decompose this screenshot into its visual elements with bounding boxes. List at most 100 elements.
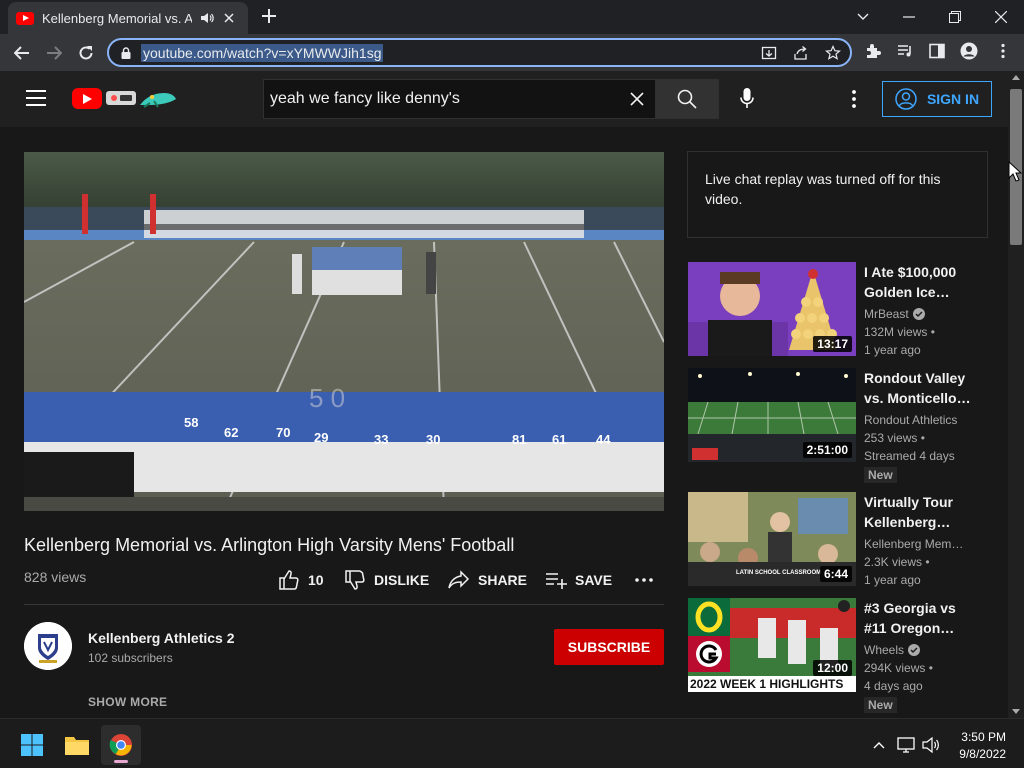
svg-text:70: 70 [276,425,290,440]
address-bar[interactable]: youtube.com/watch?v=xYMWWJih1sg [107,38,852,67]
channel-name[interactable]: MrBeast [864,307,925,321]
mouse-cursor-icon [1008,161,1022,182]
chevron-up-icon[interactable] [870,736,888,754]
sign-in-button[interactable]: SIGN IN [882,81,992,117]
youtube-logo[interactable] [72,88,102,109]
svg-text:5 0: 5 0 [309,383,345,413]
volume-icon[interactable] [922,736,940,754]
watch-page: 58 62 70 29 33 30 81 61 44 5 0 Kellenberg Memo… [0,127,1008,718]
channel-name[interactable]: Kellenberg Athletics 2 [88,630,235,646]
search-icon [677,89,697,109]
share-icon[interactable] [793,45,811,63]
windows-start-icon[interactable] [12,725,52,765]
minimize-button[interactable] [886,0,932,34]
speaker-icon[interactable] [200,12,214,24]
scroll-up-arrow-icon[interactable] [1012,75,1020,80]
clear-search-icon[interactable] [629,91,645,107]
forward-icon [47,46,62,60]
youtube-header: yeah we fancy like denny's SIGN IN [0,71,1008,127]
video-title: Kellenberg Memorial vs. Arlington High V… [24,535,515,555]
thumbs-down-icon [345,570,365,590]
recommendation-item[interactable]: LATIN SCHOOL CLASSROOM 6:44 Virtually To… [688,492,988,588]
video-title[interactable]: Rondout Valley vs. Monticello… [864,368,974,408]
show-more-button[interactable]: SHOW MORE [88,695,167,709]
more-horizontal-icon [635,578,653,582]
channel-name[interactable]: Kellenberg Mem… [864,537,963,551]
extensions-icon[interactable] [864,42,884,62]
sidepanel-icon[interactable] [928,42,948,62]
thumbnail-caption: LATIN SCHOOL CLASSROOM [736,570,822,576]
video-thumbnail[interactable]: 2022 WEEK 1 HIGHLIGHTS 12:00 [688,598,856,692]
channel-name[interactable]: Wheels [864,643,921,657]
dislike-button[interactable]: DISLIKE [344,569,429,591]
tab-close-icon[interactable] [224,13,234,23]
subscribe-button[interactable]: SUBSCRIBE [554,629,664,665]
svg-text:30: 30 [426,432,440,447]
file-explorer-icon[interactable] [57,725,97,765]
chrome-icon[interactable] [101,725,141,765]
thumbs-up-icon [279,570,299,590]
tab-search-button[interactable] [840,0,886,34]
settings-more-button[interactable] [844,87,864,111]
video-player[interactable]: 58 62 70 29 33 30 81 61 44 5 0 [24,152,664,511]
close-window-button[interactable] [978,0,1024,34]
save-button[interactable]: SAVE [545,569,612,591]
video-title[interactable]: I Ate $100,000 Golden Ice… [864,262,974,302]
restore-icon [949,11,961,23]
browser-tab[interactable]: Kellenberg Memorial vs. Arlington High V… [8,2,248,34]
svg-text:61: 61 [552,432,566,447]
windows-taskbar: 3:50 PM 9/8/2022 [0,718,1024,768]
channel-avatar[interactable] [24,622,72,670]
back-icon [14,46,29,60]
youtube-favicon [16,11,34,25]
search-query-text[interactable]: yeah we fancy like denny's [270,90,460,108]
reload-button[interactable] [74,41,98,65]
lock-icon[interactable] [121,47,131,59]
upload-age: 1 year ago [864,573,921,587]
upload-age: Streamed 4 days [864,449,955,463]
new-tab-button[interactable] [260,7,280,27]
share-button[interactable]: SHARE [448,569,527,591]
like-button[interactable]: 10 [278,569,324,591]
network-icon[interactable] [897,736,915,754]
clock-date: 9/8/2022 [959,747,1006,761]
video-title[interactable]: #3 Georgia vs #11 Oregon… [864,598,974,638]
recommendation-item[interactable]: 2022 WEEK 1 HIGHLIGHTS 12:00 #3 Georgia … [688,598,988,713]
kebab-icon[interactable] [994,42,1014,62]
system-clock[interactable]: 3:50 PM 9/8/2022 [959,729,1006,763]
verified-icon [912,308,925,320]
video-title[interactable]: Virtually Tour Kellenberg… [864,492,974,532]
channel-name[interactable]: Rondout Athletics [864,413,957,427]
back-button[interactable] [10,41,34,65]
video-thumbnail[interactable]: LATIN SCHOOL CLASSROOM 6:44 [688,492,856,586]
video-thumbnail[interactable]: 2:51:00 [688,368,856,462]
voice-search-button[interactable] [733,85,761,113]
more-icon [852,90,856,108]
video-duration: 2:51:00 [802,442,852,458]
url-text[interactable]: youtube.com/watch?v=xYMWWJih1sg [141,44,384,62]
search-button[interactable] [655,79,719,119]
star-icon[interactable] [825,45,843,63]
media-icon[interactable] [896,42,916,62]
video-thumbnail[interactable]: 13:17 [688,262,856,356]
subscriber-count: 102 subscribers [88,651,173,665]
recommendation-item[interactable]: 2:51:00 Rondout Valley vs. Monticello… R… [688,368,988,483]
divider [24,604,664,605]
more-actions-button[interactable] [635,569,661,591]
profile-icon[interactable] [960,42,980,62]
restore-button[interactable] [932,0,978,34]
install-icon[interactable] [761,45,779,63]
search-input[interactable]: yeah we fancy like denny's [263,79,655,119]
sign-in-label: SIGN IN [926,91,980,107]
clock-time: 3:50 PM [961,730,1006,744]
forward-button[interactable] [42,41,66,65]
new-badge: New [864,697,897,713]
scroll-down-arrow-icon[interactable] [1012,709,1020,714]
doodle-logo-icon[interactable] [104,87,178,111]
like-count: 10 [308,572,324,588]
menu-icon[interactable] [26,90,46,106]
svg-text:81: 81 [512,432,526,447]
close-icon [995,11,1007,23]
plus-icon [262,9,276,23]
recommendation-item[interactable]: 13:17 I Ate $100,000 Golden Ice… MrBeast… [688,262,988,358]
